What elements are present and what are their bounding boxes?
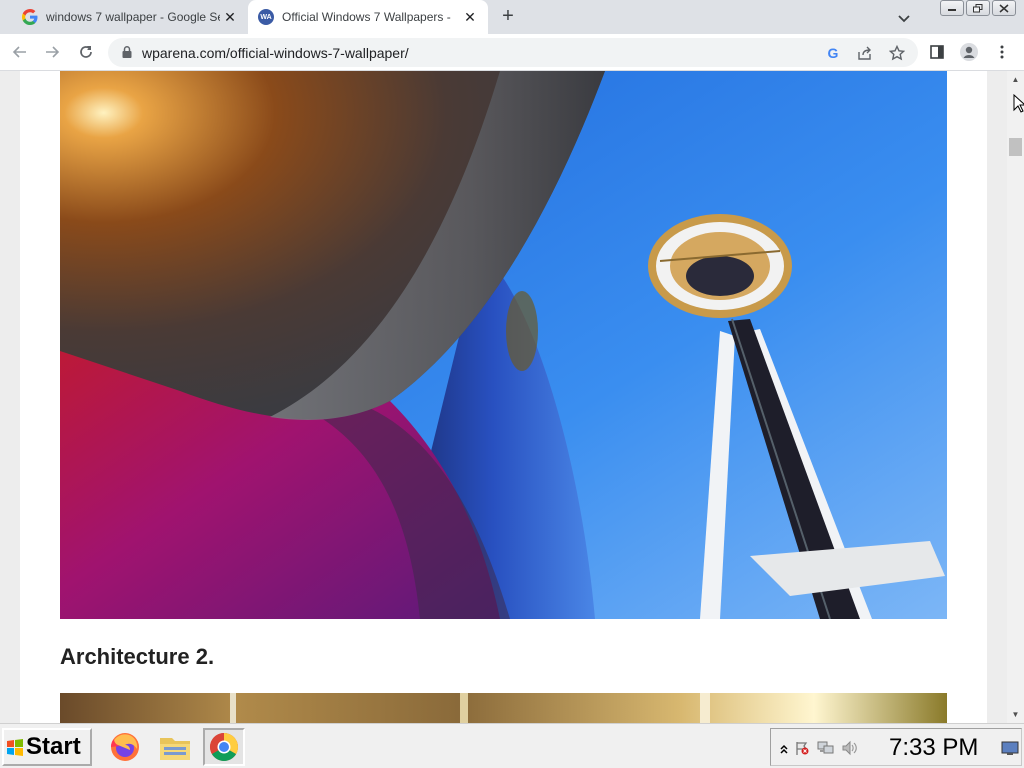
- start-button[interactable]: Start: [2, 728, 92, 766]
- action-center-flag-icon[interactable]: [793, 739, 811, 757]
- tab-wparena[interactable]: WA Official Windows 7 Wallpapers - ✕: [248, 0, 488, 34]
- chrome-icon[interactable]: [203, 728, 245, 766]
- kebab-menu-icon[interactable]: [990, 40, 1014, 64]
- vertical-scrollbar[interactable]: ▲ ▼: [1007, 71, 1024, 723]
- address-bar[interactable]: wparena.com/official-windows-7-wallpaper…: [108, 38, 918, 67]
- tab-title: windows 7 wallpaper - Google Se: [46, 10, 220, 24]
- volume-icon[interactable]: [841, 739, 859, 757]
- tab-google-search[interactable]: windows 7 wallpaper - Google Se ✕: [8, 0, 248, 34]
- system-tray: 7:33 PM: [770, 728, 1022, 766]
- close-tab-icon[interactable]: ✕: [220, 7, 240, 27]
- architecture-2-image[interactable]: [60, 693, 947, 723]
- mouse-cursor-icon: [1013, 93, 1024, 114]
- article-content: Architecture 2.: [20, 71, 987, 723]
- tab-title: Official Windows 7 Wallpapers -: [282, 10, 451, 24]
- window-controls: [940, 0, 1016, 16]
- show-desktop-icon[interactable]: [1001, 739, 1019, 757]
- architecture-wallpaper-image[interactable]: [60, 71, 947, 619]
- show-hidden-icons-icon[interactable]: [775, 739, 793, 757]
- image-caption-heading: Architecture 2.: [60, 644, 215, 669]
- back-icon[interactable]: [8, 40, 32, 64]
- close-tab-icon[interactable]: ✕: [460, 7, 480, 27]
- google-lens-icon[interactable]: G: [822, 42, 844, 64]
- taskbar: Start 7:33 PM: [0, 723, 1024, 768]
- scroll-down-arrow-icon[interactable]: ▼: [1007, 706, 1024, 723]
- restore-icon[interactable]: [966, 0, 990, 16]
- url-text: wparena.com/official-windows-7-wallpaper…: [142, 45, 409, 61]
- google-icon: [22, 9, 38, 25]
- tab-strip: windows 7 wallpaper - Google Se ✕ WA Off…: [0, 0, 1024, 34]
- network-icon[interactable]: [817, 739, 835, 757]
- scrollbar-thumb[interactable]: [1009, 138, 1022, 156]
- start-label: Start: [26, 733, 81, 760]
- file-manager-icon[interactable]: [154, 728, 196, 766]
- profile-avatar-icon[interactable]: [957, 40, 981, 64]
- wparena-icon: WA: [258, 9, 274, 25]
- lock-icon[interactable]: [120, 45, 134, 59]
- close-window-icon[interactable]: [992, 0, 1016, 16]
- chevron-down-icon[interactable]: [894, 8, 914, 28]
- windows-logo-icon: [7, 739, 23, 756]
- scroll-up-arrow-icon[interactable]: ▲: [1007, 71, 1024, 88]
- bookmark-star-icon[interactable]: [886, 42, 908, 64]
- new-tab-button[interactable]: +: [498, 6, 518, 27]
- minimize-icon[interactable]: [940, 0, 964, 16]
- share-icon[interactable]: [854, 42, 876, 64]
- forward-icon[interactable]: [40, 40, 64, 64]
- system-clock[interactable]: 7:33 PM: [889, 734, 978, 762]
- reload-icon[interactable]: [74, 40, 98, 64]
- browser-toolbar: wparena.com/official-windows-7-wallpaper…: [0, 34, 1024, 71]
- firefox-icon[interactable]: [104, 728, 146, 766]
- screen: windows 7 wallpaper - Google Se ✕ WA Off…: [0, 0, 1024, 768]
- page-viewport[interactable]: Architecture 2.: [0, 71, 1007, 723]
- side-panel-icon[interactable]: [925, 40, 949, 64]
